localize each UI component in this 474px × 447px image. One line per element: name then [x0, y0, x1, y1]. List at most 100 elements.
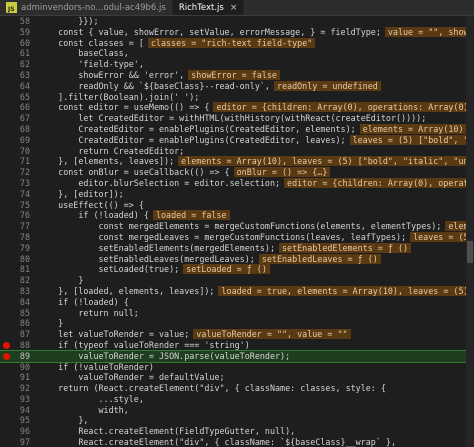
line-number[interactable]: 66	[0, 102, 30, 113]
line-number[interactable]: 78	[0, 232, 30, 243]
line-number[interactable]: 80	[0, 254, 30, 265]
code-line[interactable]: 71 }, [elements, leaves]); elements = Arr…	[0, 156, 474, 167]
vertical-scrollbar[interactable]	[466, 16, 474, 447]
code-line[interactable]: 85 return null;	[0, 308, 474, 319]
code-line[interactable]: 62 'field-type',	[0, 59, 474, 70]
inline-debug-value: setEnabledLeaves = ƒ ()	[258, 253, 381, 264]
breakpoint-icon[interactable]	[3, 352, 10, 360]
line-number[interactable]: 59	[0, 27, 30, 38]
code-line[interactable]: 96 React.createElement(FieldTypeGutter, …	[0, 426, 474, 437]
code-line[interactable]: 68 CreatedEditor = enablePlugins(Created…	[0, 123, 474, 135]
code-editor[interactable]: 58 }}); 59 const { value, showError, setV…	[0, 16, 474, 447]
line-number[interactable]: 63	[0, 70, 30, 81]
code-line[interactable]: 69 CreatedEditor = enablePlugins(Created…	[0, 134, 474, 146]
line-number[interactable]: 82	[0, 275, 30, 286]
code-text: showError && 'error',	[38, 69, 185, 80]
code-line[interactable]: 92 return (React.createElement("div", { …	[0, 383, 474, 394]
line-number[interactable]: 67	[0, 113, 30, 124]
line-number-text: 95	[19, 415, 30, 426]
line-number[interactable]: 93	[0, 394, 30, 405]
line-number[interactable]: 70	[0, 146, 30, 157]
inline-debug-value: classes = "rich-text field-type"	[147, 37, 316, 48]
code-line[interactable]: 75 useEffect(() => {	[0, 200, 474, 211]
code-line[interactable]: 80 setEnabledLeaves(mergedLeaves); setEna…	[0, 253, 474, 265]
code-line[interactable]: 78 const mergedLeaves = mergeCustomFunct…	[0, 231, 474, 243]
code-line[interactable]: 82 }	[0, 275, 474, 286]
code-line[interactable]: 64 readOnly && `${baseClass}--read-only`…	[0, 80, 474, 92]
code-line[interactable]: 84 if (!loaded) {	[0, 297, 474, 308]
inline-debug-value: elements = Array(10)	[359, 123, 467, 134]
line-number[interactable]: 79	[0, 243, 30, 254]
code-line[interactable]: 88 if (typeof valueToRender === 'string'…	[0, 340, 474, 351]
line-number[interactable]: 90	[0, 362, 30, 373]
code-line[interactable]: 61 baseClass,	[0, 48, 474, 59]
code-line[interactable]: 72 const onBlur = useCallback(() => {onB…	[0, 167, 474, 178]
code-line[interactable]: 91 valueToRender = defaultValue;	[0, 372, 474, 383]
tab-richtext[interactable]: RichText.js ×	[172, 0, 245, 15]
line-number[interactable]: 97	[0, 437, 30, 447]
line-number[interactable]: 60	[0, 38, 30, 49]
line-number[interactable]: 92	[0, 383, 30, 394]
code-line[interactable]: 97 React.createElement("div", { classNam…	[0, 437, 474, 447]
line-number[interactable]: 85	[0, 308, 30, 319]
breakpoint-icon[interactable]	[3, 341, 10, 349]
code-line[interactable]: 95 },	[0, 415, 474, 426]
code-line[interactable]: 74 }, [editor]);	[0, 189, 474, 200]
line-number[interactable]: 96	[0, 426, 30, 437]
line-number[interactable]: 86	[0, 318, 30, 329]
code-line[interactable]: 59 const { value, showError, setValue, e…	[0, 26, 474, 38]
line-number[interactable]: 83	[0, 286, 30, 297]
code-text-container: }	[30, 275, 83, 286]
code-line[interactable]: 73 editor.blurSelection = editor.selecti…	[0, 177, 474, 189]
line-number[interactable]: 65	[0, 92, 30, 103]
code-line[interactable]: 76 if (!loaded) {loaded = false	[0, 210, 474, 221]
line-number[interactable]: 72	[0, 167, 30, 178]
line-number[interactable]: 87	[0, 329, 30, 340]
code-line[interactable]: 60 const classes = [classes = "rich-text…	[0, 37, 474, 49]
line-number[interactable]: 88	[0, 340, 30, 351]
code-line[interactable]: 83 }, [loaded, elements, leaves]); loaded…	[0, 285, 474, 297]
code-line[interactable]: 65 ].filter(Boolean).join(' ');	[0, 92, 474, 103]
code-line[interactable]: 58 }});	[0, 16, 474, 27]
code-text-container: }, [editor]);	[30, 189, 124, 200]
line-number[interactable]: 75	[0, 200, 30, 211]
current-code-line[interactable]: 89 valueToRender = JSON.parse(valueToRen…	[0, 349, 474, 363]
line-number[interactable]: 62	[0, 59, 30, 70]
line-number-text: 58	[19, 16, 30, 26]
line-number[interactable]: 71	[0, 156, 30, 167]
line-number[interactable]: 73	[0, 178, 30, 189]
close-icon[interactable]: ×	[230, 3, 238, 13]
code-line[interactable]: 86 }	[0, 318, 474, 329]
line-number[interactable]: 64	[0, 81, 30, 92]
line-number[interactable]: 74	[0, 189, 30, 200]
code-line[interactable]: 79 setEnabledElements(mergedElements); se…	[0, 242, 474, 254]
line-number[interactable]: 94	[0, 405, 30, 416]
line-number[interactable]: 91	[0, 372, 30, 383]
code-text: React.createElement(FieldTypeGutter, nul…	[38, 426, 296, 437]
line-number[interactable]: 76	[0, 210, 30, 221]
code-line[interactable]: 63 showError && 'error', showError = fals…	[0, 69, 474, 81]
line-number[interactable]: 89	[0, 351, 30, 362]
scrollbar-thumb[interactable]	[467, 241, 473, 263]
code-text: useEffect(() => {	[38, 199, 144, 210]
line-number[interactable]: 77	[0, 221, 30, 232]
line-number[interactable]: 68	[0, 124, 30, 135]
line-number[interactable]: 95	[0, 415, 30, 426]
line-number[interactable]: 84	[0, 297, 30, 308]
line-number[interactable]: 81	[0, 264, 30, 275]
code-line[interactable]: 67 let CreatedEditor = withHTML(withHist…	[0, 113, 474, 124]
code-line[interactable]: 66 const editor = useMemo(() => {editor …	[0, 102, 474, 113]
code-text: width,	[38, 404, 129, 415]
code-line[interactable]: 94 width,	[0, 405, 474, 416]
code-line[interactable]: 90 if (!valueToRender)	[0, 362, 474, 373]
line-number[interactable]: 69	[0, 135, 30, 146]
code-line[interactable]: 93 ...style,	[0, 394, 474, 405]
code-line[interactable]: 87 let valueToRender = value; valueToRend…	[0, 329, 474, 340]
tab-adminvendors[interactable]: JS adminvendors-no...odul-ac49b6.js	[0, 0, 173, 15]
code-line[interactable]: 81 setLoaded(true); setLoaded = ƒ ()	[0, 264, 474, 275]
line-number[interactable]: 61	[0, 48, 30, 59]
code-line[interactable]: 70 return CreatedEditor;	[0, 146, 474, 157]
code-text-container: 'field-type',	[30, 59, 144, 70]
code-line[interactable]: 77 const mergedElements = mergeCustomFun…	[0, 221, 474, 232]
line-number[interactable]: 58	[0, 16, 30, 27]
